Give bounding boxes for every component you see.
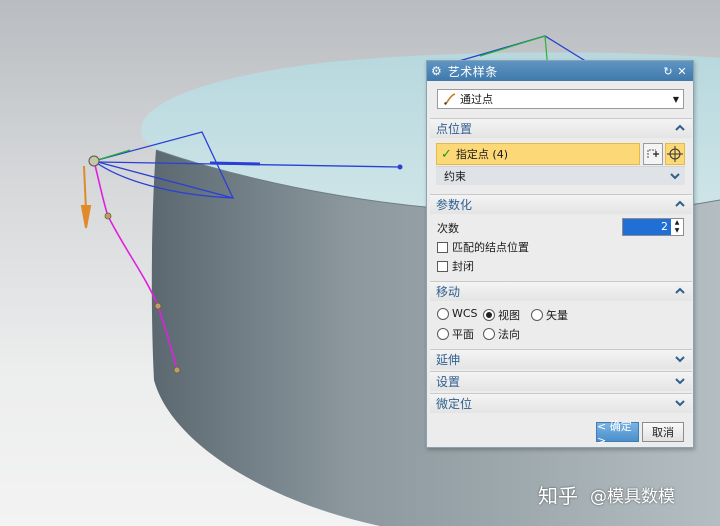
close-icon[interactable]: ✕ <box>675 65 689 78</box>
dialog-title: 艺术样条 <box>447 64 498 79</box>
watermark-brand: 知乎 <box>538 484 578 508</box>
degree-stepper[interactable]: 2 ▲ ▼ <box>622 218 684 236</box>
watermark-handle: @模具数模 <box>590 487 675 507</box>
crosshair-icon <box>667 146 683 162</box>
move-option-wcs[interactable]: WCS <box>437 307 478 320</box>
move-option-plane[interactable]: 平面 <box>437 326 474 342</box>
section-title-point-position: 点位置 <box>436 122 473 136</box>
move-option-view[interactable]: 视图 <box>483 307 520 323</box>
section-point-position[interactable]: 点位置 <box>430 118 692 138</box>
move-option-vector-label: 矢量 <box>546 309 568 322</box>
radio-button[interactable] <box>437 307 449 320</box>
spline-type-select[interactable]: 通过点 ▼ <box>437 89 684 109</box>
dialog-titlebar[interactable]: ⚙ 艺术样条 ↻ ✕ <box>427 61 693 81</box>
art-spline-dialog: ⚙ 艺术样条 ↻ ✕ 通过点 ▼ 点位置 ✓ 指定点 (4) 约束 参数化 次数… <box>426 60 694 448</box>
section-title-settings: 设置 <box>436 375 461 389</box>
chevron-down-icon[interactable] <box>674 375 686 387</box>
watermark: 知乎 @模具数模 <box>538 480 675 509</box>
constraint-label: 约束 <box>444 170 466 183</box>
checkbox-box[interactable] <box>437 241 448 253</box>
section-extend[interactable]: 延伸 <box>430 349 692 369</box>
move-option-vector[interactable]: 矢量 <box>531 307 568 323</box>
cad-viewport[interactable]: ⚙ 艺术样条 ↻ ✕ 通过点 ▼ 点位置 ✓ 指定点 (4) 约束 参数化 次数… <box>0 0 720 526</box>
ok-button[interactable]: < 确定 > <box>596 420 639 447</box>
checkmark-icon: ✓ <box>441 146 452 162</box>
degree-label: 次数 <box>437 222 459 235</box>
tangent-handle <box>209 161 261 166</box>
point-constructor-icon <box>647 149 659 158</box>
orange-axis-arrow <box>80 165 92 229</box>
spline-through-points-icon <box>444 93 456 105</box>
closed-label: 封闭 <box>452 260 474 273</box>
gear-icon[interactable]: ⚙ <box>431 64 442 78</box>
section-fine-position[interactable]: 微定位 <box>430 393 692 413</box>
constraint-subsection[interactable]: 约束 <box>436 166 685 185</box>
checkbox-box[interactable] <box>437 260 448 272</box>
section-settings[interactable]: 设置 <box>430 371 692 391</box>
point-picker-button[interactable] <box>665 143 685 165</box>
specify-point-label: 指定点 (4) <box>455 148 508 161</box>
section-title-extend: 延伸 <box>436 353 461 367</box>
radio-button[interactable] <box>437 328 449 340</box>
reset-icon[interactable]: ↻ <box>661 65 675 78</box>
move-option-normal-label: 法向 <box>498 328 520 341</box>
chevron-down-icon[interactable] <box>669 170 681 185</box>
chevron-down-icon[interactable]: ▼ <box>669 95 683 104</box>
chevron-up-icon[interactable] <box>674 285 686 297</box>
section-parameterization[interactable]: 参数化 <box>430 194 692 214</box>
specify-point-row[interactable]: ✓ 指定点 (4) <box>436 143 640 165</box>
chevron-down-icon[interactable] <box>674 397 686 409</box>
radio-button-selected[interactable] <box>483 309 495 321</box>
tangent-endpoint <box>397 164 403 170</box>
radio-button[interactable] <box>531 309 543 321</box>
move-option-normal[interactable]: 法向 <box>483 326 520 342</box>
spline-type-value: 通过点 <box>460 93 493 106</box>
move-option-plane-label: 平面 <box>452 328 474 341</box>
stepper-arrows-icon[interactable]: ▲ ▼ <box>671 219 683 235</box>
closed-checkbox[interactable]: 封闭 <box>437 258 474 274</box>
section-title-fine-position: 微定位 <box>436 397 473 411</box>
move-option-view-label: 视图 <box>498 309 520 322</box>
section-title-parameterization: 参数化 <box>436 198 473 212</box>
cancel-button[interactable]: 取消 <box>642 422 684 442</box>
chevron-down-icon[interactable] <box>674 353 686 365</box>
chevron-up-icon[interactable] <box>674 122 686 134</box>
move-option-wcs-label: WCS <box>452 307 478 320</box>
chevron-up-icon[interactable] <box>674 198 686 210</box>
radio-button[interactable] <box>483 328 495 340</box>
point-dialog-button[interactable] <box>643 143 663 165</box>
degree-value[interactable]: 2 <box>623 219 671 235</box>
start-point-marker <box>88 155 100 167</box>
match-knots-label: 匹配的结点位置 <box>452 241 529 254</box>
section-title-move: 移动 <box>436 285 461 299</box>
section-move[interactable]: 移动 <box>430 281 692 301</box>
match-knots-checkbox[interactable]: 匹配的结点位置 <box>437 239 529 255</box>
